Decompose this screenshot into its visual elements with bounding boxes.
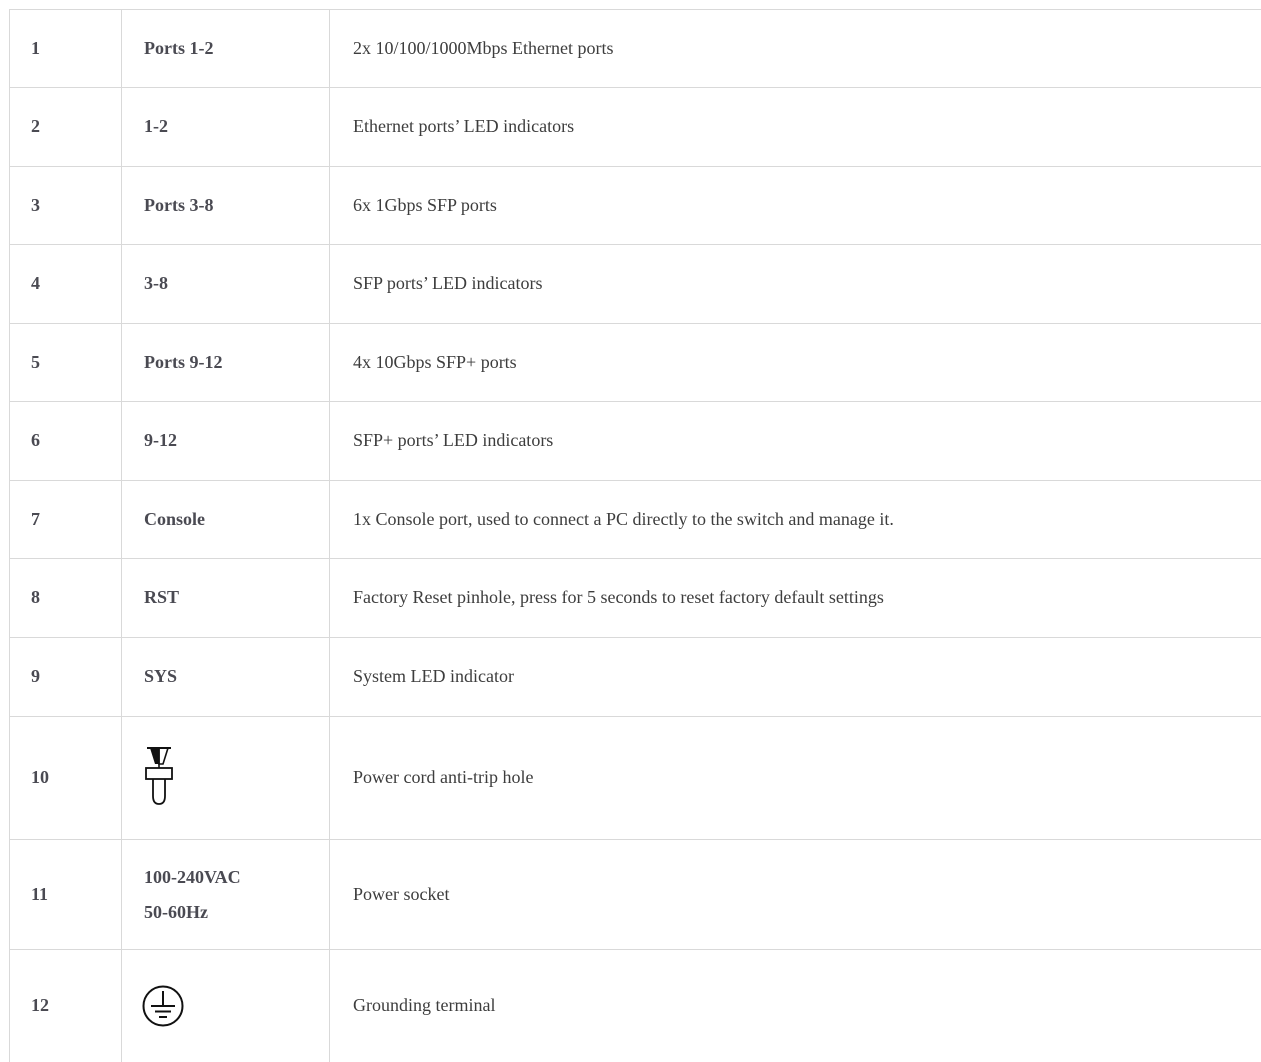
row-description: 6x 1Gbps SFP ports: [330, 167, 1261, 245]
row-label: 1-2: [122, 88, 330, 167]
row-label-line: 100-240VAC: [144, 860, 329, 894]
row-icon-cell: [122, 717, 330, 840]
row-number: 10: [10, 717, 122, 840]
row-number: 4: [10, 245, 122, 324]
table-row: 11 100-240VAC 50-60Hz Power socket: [10, 840, 1261, 950]
row-description: Factory Reset pinhole, press for 5 secon…: [330, 559, 1261, 638]
table-row: 9 SYS System LED indicator: [10, 638, 1261, 717]
row-label: Console: [122, 481, 330, 559]
row-description: SFP ports’ LED indicators: [330, 245, 1261, 324]
row-number: 9: [10, 638, 122, 717]
row-label: 9-12: [122, 402, 330, 481]
row-label: SYS: [122, 638, 330, 717]
row-description: Power socket: [330, 840, 1261, 950]
row-number: 6: [10, 402, 122, 481]
row-description: System LED indicator: [330, 638, 1261, 717]
anti-trip-clip-icon: [141, 744, 177, 808]
row-number: 1: [10, 10, 122, 88]
row-number: 3: [10, 167, 122, 245]
row-number: 8: [10, 559, 122, 638]
spec-table: 1 Ports 1-2 2x 10/100/1000Mbps Ethernet …: [9, 9, 1261, 1062]
row-number: 5: [10, 324, 122, 402]
row-label-line: 50-60Hz: [144, 895, 329, 929]
row-description: Power cord anti-trip hole: [330, 717, 1261, 840]
ground-icon: [141, 984, 185, 1028]
table-row: 10 Power cord anti-trip hole: [10, 717, 1261, 840]
table-row: 8 RST Factory Reset pinhole, press for 5…: [10, 559, 1261, 638]
table-row: 7 Console 1x Console port, used to conne…: [10, 481, 1261, 559]
row-icon-cell: [122, 950, 330, 1062]
row-description: Ethernet ports’ LED indicators: [330, 88, 1261, 167]
row-label: RST: [122, 559, 330, 638]
row-number: 11: [10, 840, 122, 950]
row-description: SFP+ ports’ LED indicators: [330, 402, 1261, 481]
row-number: 12: [10, 950, 122, 1062]
row-number: 7: [10, 481, 122, 559]
row-description: 4x 10Gbps SFP+ ports: [330, 324, 1261, 402]
table-row: 4 3-8 SFP ports’ LED indicators: [10, 245, 1261, 324]
row-description: 2x 10/100/1000Mbps Ethernet ports: [330, 10, 1261, 88]
row-label: 100-240VAC 50-60Hz: [122, 840, 330, 950]
row-label: Ports 1-2: [122, 10, 330, 88]
table-row: 5 Ports 9-12 4x 10Gbps SFP+ ports: [10, 324, 1261, 402]
row-description: Grounding terminal: [330, 950, 1261, 1062]
row-label: Ports 9-12: [122, 324, 330, 402]
table-row: 1 Ports 1-2 2x 10/100/1000Mbps Ethernet …: [10, 10, 1261, 88]
row-label: 3-8: [122, 245, 330, 324]
table-row: 3 Ports 3-8 6x 1Gbps SFP ports: [10, 167, 1261, 245]
table-row: 6 9-12 SFP+ ports’ LED indicators: [10, 402, 1261, 481]
table-row: 12 Grounding terminal: [10, 950, 1261, 1062]
table-row: 2 1-2 Ethernet ports’ LED indicators: [10, 88, 1261, 167]
row-number: 2: [10, 88, 122, 167]
row-label: Ports 3-8: [122, 167, 330, 245]
row-description: 1x Console port, used to connect a PC di…: [330, 481, 1261, 559]
